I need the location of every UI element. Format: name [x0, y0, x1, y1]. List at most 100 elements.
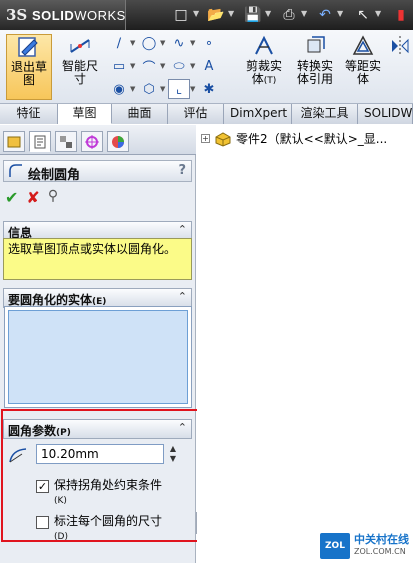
point-icon[interactable]: ∘ — [198, 33, 220, 53]
rectangle-dropdown-icon[interactable]: ▼ — [130, 56, 138, 76]
polygon-icon[interactable]: ⬡ — [138, 79, 160, 99]
help-button[interactable]: ? — [178, 163, 186, 178]
spline-dropdown-icon[interactable]: ▼ — [190, 33, 198, 53]
watermark-text: 中关村在线 ZOL.COM.CN — [354, 533, 409, 557]
keep-constraints-checkbox[interactable]: ✓ — [36, 480, 49, 493]
tab-render-tools[interactable]: 渲染工具 — [292, 104, 358, 124]
property-manager-tab-icon[interactable] — [29, 131, 51, 152]
property-manager-header: 绘制圆角 ? — [3, 160, 192, 183]
collapse-chevron-icon[interactable]: ⌃ — [178, 223, 187, 236]
select-dropdown-icon[interactable]: ▼ — [375, 9, 383, 19]
sketch-fillet-icon[interactable]: ⌞ — [168, 79, 190, 99]
smart-dimension-button[interactable]: 智能尺寸 — [57, 34, 103, 100]
sketch-tools-row-2: ▭ ▼ ⌒ ▼ ⬭ ▼ A — [108, 56, 220, 76]
text-icon[interactable]: A — [198, 56, 220, 76]
brand-name: SOLIDWORKS — [32, 8, 126, 23]
entities-group-header[interactable]: 要圆角化的实体(E) ⌃ — [3, 288, 192, 308]
exit-sketch-icon — [18, 37, 38, 57]
spline-icon[interactable]: ∿ — [168, 33, 190, 53]
select-cursor-icon[interactable]: ↖ — [352, 5, 374, 25]
part-icon — [215, 131, 231, 147]
manager-tabs — [0, 125, 196, 155]
command-tabs: 特征 草图 曲面 评估 DimXpert 渲染工具 SOLIDWO — [0, 104, 413, 124]
expand-plus-icon[interactable]: + — [201, 134, 210, 143]
zol-logo: ZOL — [320, 533, 350, 559]
spin-down-icon[interactable]: ▼ — [165, 454, 181, 464]
slot-dropdown-icon[interactable]: ▼ — [130, 79, 138, 99]
polygon-dropdown-icon[interactable]: ▼ — [160, 79, 168, 99]
sketch-fillet-icon — [9, 164, 22, 177]
fillet-params-group-header[interactable]: 圆角参数(P) ⌃ — [3, 419, 192, 439]
spin-up-icon[interactable]: ▲ — [165, 444, 181, 454]
ellipse-icon[interactable]: ⬭ — [168, 56, 190, 76]
circle-icon[interactable]: ◯ — [138, 33, 160, 53]
arc-icon[interactable]: ⌒ — [138, 56, 160, 76]
exit-sketch-label: 退出草图 — [10, 60, 47, 87]
ok-check-icon[interactable]: ✔ — [5, 188, 18, 207]
radius-icon — [9, 448, 27, 463]
tab-features[interactable]: 特征 — [0, 104, 58, 124]
trim-icon — [255, 35, 273, 55]
exit-sketch-button[interactable]: 退出草图 — [6, 34, 52, 100]
undo-icon[interactable]: ↶ — [314, 5, 336, 25]
collapse-chevron-icon[interactable]: ⌃ — [178, 290, 187, 303]
pushpin-icon[interactable]: ⚲ — [48, 188, 58, 207]
cancel-x-icon[interactable]: ✘ — [26, 188, 39, 207]
dimension-each-option[interactable]: 标注每个圆角的尺寸 (D) — [36, 514, 162, 544]
trim-label: 剪裁实体(T) — [245, 59, 282, 87]
solidworks-logo[interactable]: 3S SOLIDWORKS — [0, 0, 126, 30]
fillet-radius-input[interactable]: 10.20mm — [36, 444, 164, 464]
plane-icon[interactable]: ✱ — [198, 79, 220, 99]
tab-solidworks-addins[interactable]: SOLIDWO — [358, 104, 413, 124]
print-icon[interactable]: ⎙ — [278, 5, 300, 25]
convert-entities-button[interactable]: 转换实体引用 — [293, 34, 337, 100]
selection-list-area[interactable] — [8, 310, 188, 404]
open-folder-icon[interactable]: 📂 — [205, 5, 227, 25]
radius-spinner[interactable]: ▲ ▼ — [165, 444, 181, 466]
keep-constraints-label: 保持拐角处约束条件 (K) — [54, 478, 163, 506]
tab-dimxpert[interactable]: DimXpert — [224, 104, 292, 124]
configuration-manager-tab-icon[interactable] — [55, 131, 77, 152]
fillet-dropdown-icon[interactable]: ▼ — [190, 79, 198, 99]
arc-dropdown-icon[interactable]: ▼ — [160, 56, 168, 76]
new-document-icon[interactable]: □ — [170, 5, 192, 25]
convert-entities-icon — [307, 36, 325, 53]
keep-constraints-option[interactable]: ✓ 保持拐角处约束条件 (K) — [36, 478, 162, 508]
dimxpert-manager-tab-icon[interactable] — [81, 131, 103, 152]
rectangle-icon[interactable]: ▭ — [108, 56, 130, 76]
undo-dropdown-icon[interactable]: ▼ — [337, 9, 345, 19]
print-dropdown-icon[interactable]: ▼ — [301, 9, 309, 19]
collapse-chevron-icon[interactable]: ⌃ — [178, 421, 187, 434]
tree-row-part[interactable]: + 零件2（默认<<默认>_显... — [201, 130, 387, 147]
rebuild-icon[interactable]: ▮ — [390, 5, 412, 25]
feature-manager-tab-icon[interactable] — [3, 131, 25, 152]
offset-entities-button[interactable]: 等距实体 — [343, 34, 383, 100]
command-manager: 退出草图 智能尺寸 ∕ ▼ ◯ ▼ ∿ ▼ ∘ ▭ ▼ ⌒ ▼ ⬭ ▼ A ◉ ▼ ⬡ ▼ ⌞ ▼… — [0, 30, 413, 104]
new-dropdown-icon[interactable]: ▼ — [193, 9, 201, 19]
tab-surfaces[interactable]: 曲面 — [112, 104, 168, 124]
smart-dimension-icon — [70, 39, 90, 53]
line-dropdown-icon[interactable]: ▼ — [130, 33, 138, 53]
info-message: 选取草图顶点或实体以圆角化。 — [3, 238, 192, 280]
save-icon[interactable]: 💾 — [242, 5, 264, 25]
title-bar: 3S SOLIDWORKS □ ▼ 📂 ▼ 💾 ▼ ⎙ ▼ ↶ ▼ ↖ ▼ ▮ — [0, 0, 413, 30]
ds-logo-icon: 3S — [6, 6, 28, 24]
page-title: 绘制圆角 — [28, 168, 81, 183]
open-dropdown-icon[interactable]: ▼ — [228, 9, 236, 19]
ellipse-dropdown-icon[interactable]: ▼ — [190, 56, 198, 76]
slot-icon[interactable]: ◉ — [108, 79, 130, 99]
part-label: 零件2（默认<<默认>_显... — [236, 132, 388, 146]
trim-entities-button[interactable]: 剪裁实体(T) — [243, 34, 285, 100]
line-icon[interactable]: ∕ — [108, 33, 130, 53]
display-manager-tab-icon[interactable] — [107, 131, 129, 152]
save-dropdown-icon[interactable]: ▼ — [265, 9, 273, 19]
circle-dropdown-icon[interactable]: ▼ — [160, 33, 168, 53]
mirror-entities-button[interactable] — [388, 34, 412, 100]
tab-sketch[interactable]: 草图 — [58, 104, 112, 124]
mirror-icon — [392, 36, 409, 56]
tab-evaluate[interactable]: 评估 — [168, 104, 224, 124]
offset-label: 等距实体 — [344, 59, 381, 86]
convert-label: 转换实体引用 — [296, 59, 333, 86]
entities-selection-list[interactable] — [4, 306, 192, 408]
dimension-each-checkbox[interactable] — [36, 516, 49, 529]
